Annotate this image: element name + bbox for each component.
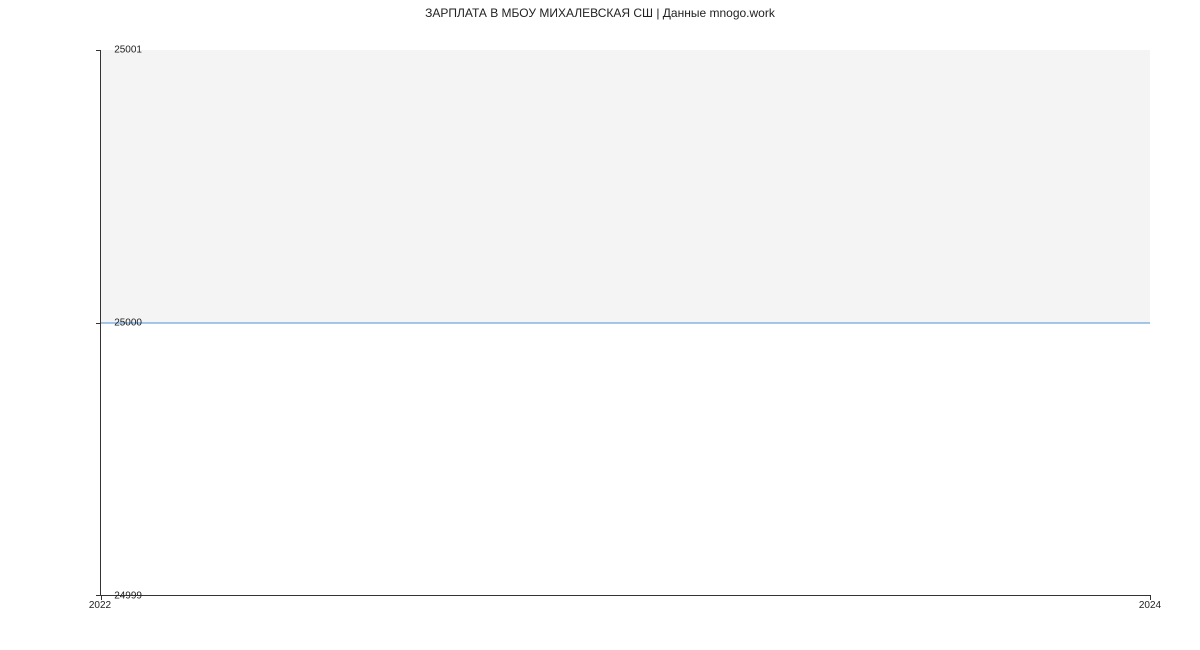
y-tick bbox=[96, 50, 101, 51]
chart-title: ЗАРПЛАТА В МБОУ МИХАЛЕВСКАЯ СШ | Данные … bbox=[0, 6, 1200, 20]
y-tick-label: 24999 bbox=[114, 591, 142, 602]
x-tick-label: 2024 bbox=[1139, 600, 1161, 611]
data-line bbox=[101, 322, 1150, 323]
y-tick-label: 25001 bbox=[114, 45, 142, 56]
plot-area bbox=[100, 50, 1150, 596]
chart-container: ЗАРПЛАТА В МБОУ МИХАЛЕВСКАЯ СШ | Данные … bbox=[0, 0, 1200, 650]
plot-background bbox=[101, 50, 1150, 323]
x-tick-label: 2022 bbox=[89, 600, 111, 611]
y-tick bbox=[96, 323, 101, 324]
y-tick-label: 25000 bbox=[114, 318, 142, 329]
